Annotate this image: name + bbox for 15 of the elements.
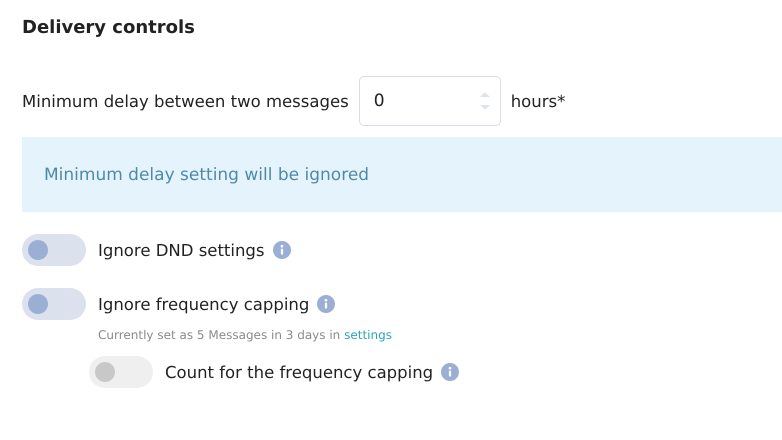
notice-banner: Minimum delay setting will be ignored — [22, 137, 782, 212]
hint-text: Currently set as 5 Messages in 3 days in settings — [98, 328, 393, 342]
field-label: Minimum delay between two messages — [22, 92, 349, 110]
toggle-label: Count for the frequency capping — [165, 362, 434, 382]
toggle-switch[interactable] — [22, 234, 86, 266]
section-title: Delivery controls — [22, 16, 196, 40]
toggle-label: Ignore DND settings — [98, 240, 265, 260]
spinner-icon[interactable] — [478, 89, 491, 113]
unit-label: hours* — [510, 92, 566, 110]
number-field[interactable]: 0 — [358, 76, 501, 126]
info-icon — [441, 363, 460, 381]
info-icon — [272, 241, 291, 259]
toggle-label: Ignore frequency capping — [98, 294, 310, 314]
info-icon — [317, 295, 336, 313]
toggle-switch[interactable] — [22, 288, 86, 320]
